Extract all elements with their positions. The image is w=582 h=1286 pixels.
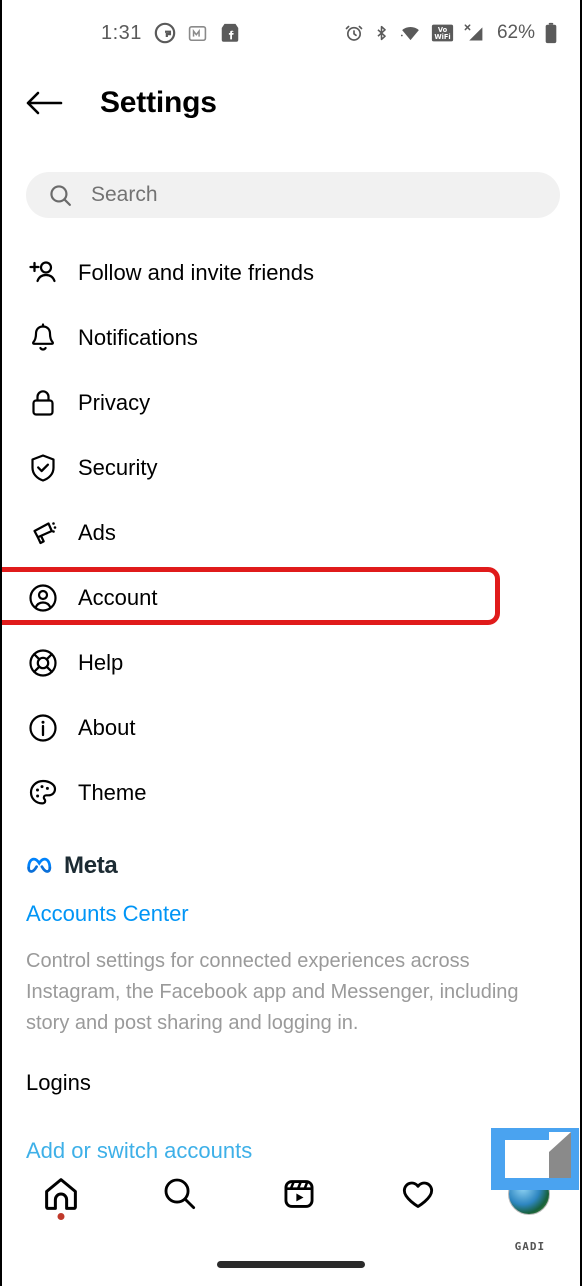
nav-home-button[interactable] [25,1164,97,1224]
palette-icon [26,776,60,810]
meta-brand: Meta [26,852,556,880]
bottom-navigation-bar: GADI [2,1128,580,1253]
signal-no-sim-icon [463,23,486,44]
search-icon [164,1178,196,1210]
m-icon [188,24,207,43]
logins-section-title: Logins [26,1070,91,1095]
nav-reels-button[interactable] [263,1164,335,1224]
menu-item-security[interactable]: Security [2,435,580,500]
status-bar-right: Vo WiFi 62% [344,22,558,44]
meta-description: Control settings for connected experienc… [26,950,519,1034]
menu-item-account[interactable]: Account [2,565,580,630]
menu-item-label: Notifications [78,324,198,350]
reels-icon [284,1180,314,1208]
menu-item-label: Privacy [78,389,151,415]
life-ring-icon [26,646,60,680]
nav-profile-button[interactable]: GADI [490,1128,579,1253]
menu-item-label: Help [78,649,124,675]
settings-menu-list: Follow and invite friends Notifications … [2,240,580,825]
lock-icon [26,386,60,420]
menu-item-follow-and-invite-friends[interactable]: Follow and invite friends [2,240,580,305]
menu-item-help[interactable]: Help [2,630,580,695]
page-title: Settings [100,86,217,119]
nav-search-button[interactable] [144,1164,216,1224]
back-arrow-icon [26,91,63,115]
alarm-icon [344,23,364,43]
wifi-icon [399,23,422,43]
shield-check-icon [26,451,60,485]
google-icon [154,22,176,44]
search-bar[interactable] [26,172,560,218]
menu-item-theme[interactable]: Theme [2,760,580,825]
battery-percent: 62% [496,22,535,43]
meta-wordmark: Meta [64,852,118,879]
menu-item-label: Theme [78,779,147,805]
meta-infinity-icon [26,854,56,879]
menu-item-notifications[interactable]: Notifications [2,305,580,370]
menu-item-privacy[interactable]: Privacy [2,370,580,435]
facebook-marketplace-icon [219,22,241,44]
menu-item-label: Follow and invite friends [78,259,315,285]
home-badge-dot [57,1213,65,1220]
add-person-icon [26,256,60,290]
home-icon [45,1178,78,1210]
meta-section: Meta Accounts Center Control settings fo… [26,852,556,1039]
accounts-center-link[interactable]: Accounts Center [26,901,556,927]
nav-activity-button[interactable] [382,1164,454,1224]
status-bar-left: 1:31 [101,22,241,45]
menu-item-label: Ads [78,519,116,545]
back-button[interactable] [18,77,70,129]
gesture-home-indicator[interactable] [217,1261,365,1268]
svg-text:WiFi: WiFi [434,33,450,41]
account-circle-icon [26,581,60,615]
heart-icon [402,1181,433,1208]
battery-icon [544,22,558,44]
menu-item-ads[interactable]: Ads [2,500,580,565]
status-bar: 1:31 Vo WiFi 62% [2,0,580,66]
menu-item-label: About [78,714,136,740]
search-icon [48,183,73,208]
bluetooth-icon [373,23,390,43]
menu-item-label: Account [78,584,158,610]
bell-icon [26,321,60,355]
megaphone-icon [26,516,60,550]
search-input[interactable] [89,182,493,208]
volte-wifi-icon: Vo WiFi [431,23,454,43]
app-header: Settings [2,66,580,140]
menu-item-label: Security [78,454,158,480]
watermark-label: GADI [514,1240,546,1253]
phone-screen: 1:31 Vo WiFi 62% Settings Search Follow … [0,0,582,1286]
menu-item-about[interactable]: About [2,695,580,760]
profile-avatar [507,1173,550,1215]
info-circle-icon [26,711,60,745]
status-time: 1:31 [101,21,142,44]
